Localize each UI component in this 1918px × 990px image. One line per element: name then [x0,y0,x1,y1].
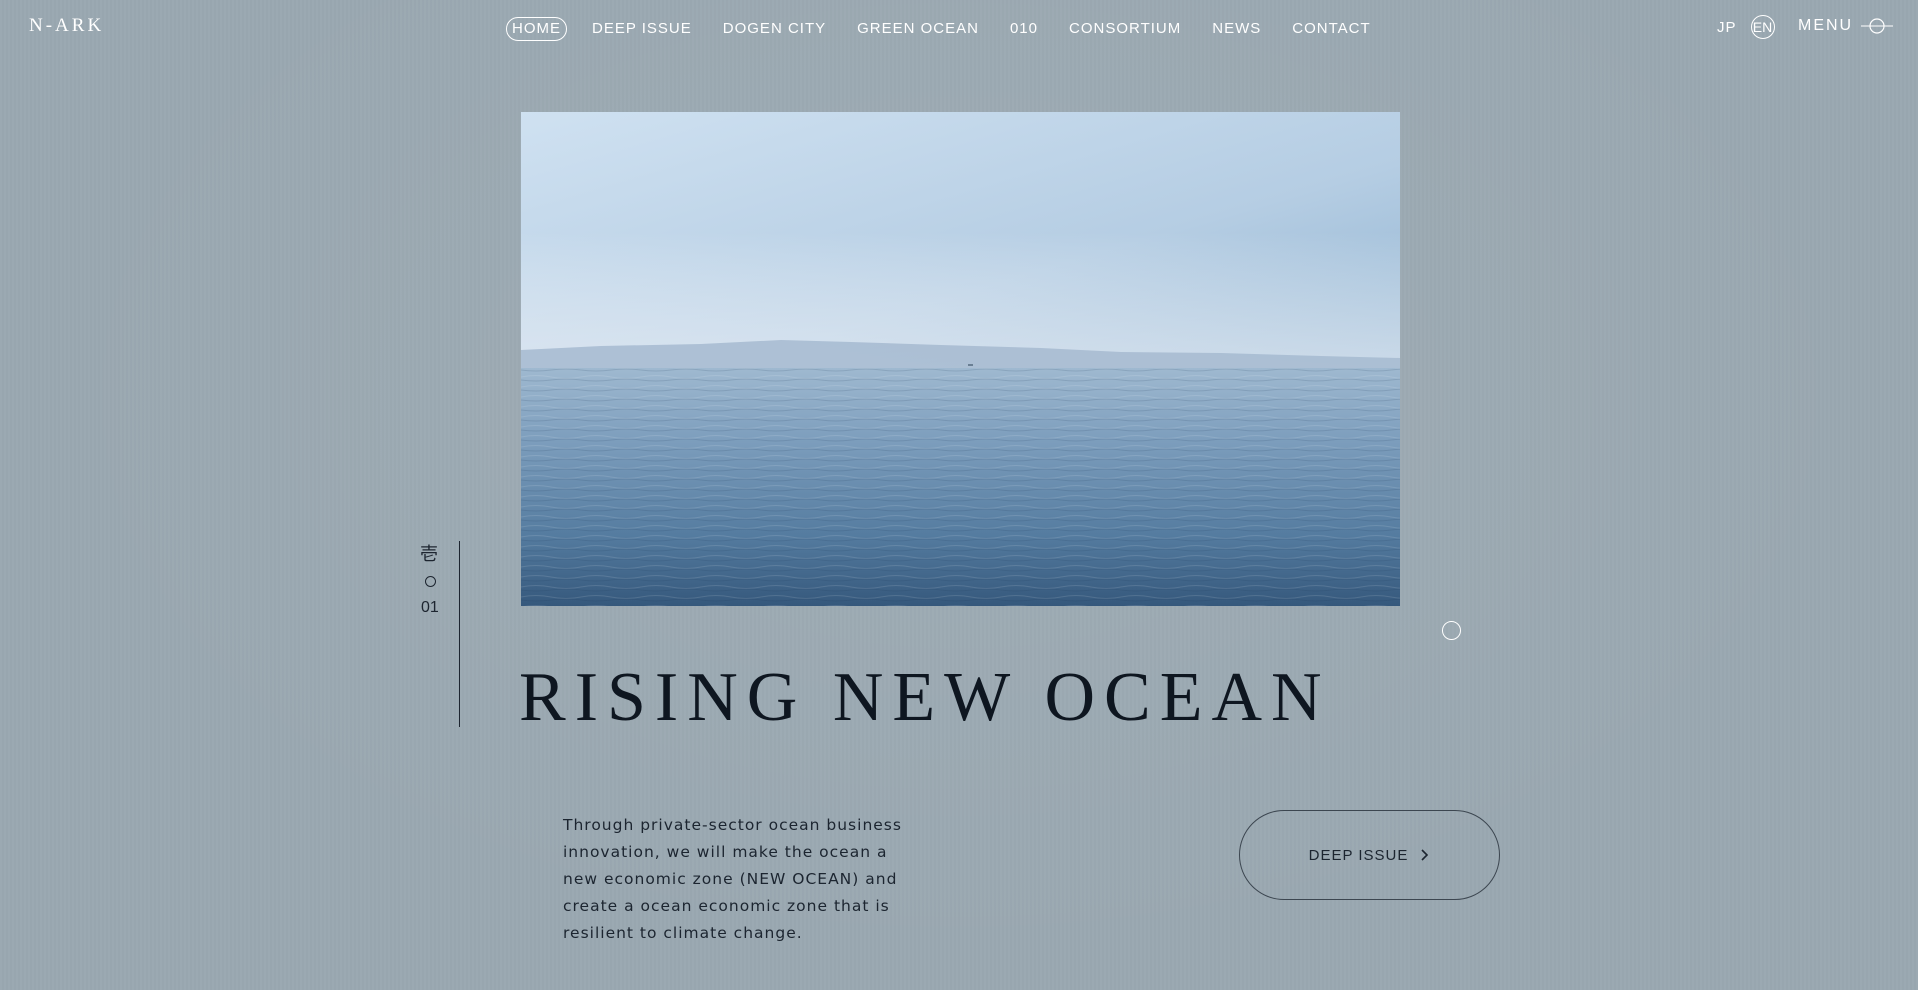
slide-divider-line [459,541,460,727]
nav-item-green-ocean[interactable]: GREEN OCEAN [857,18,979,40]
menu-button[interactable]: MENU [1798,17,1894,35]
hero-title: RISING NEW OCEAN [519,659,1331,736]
nav-item-dogen-city[interactable]: DOGEN CITY [723,18,826,40]
hero-description: Through private-sector ocean business in… [563,816,902,942]
slider-dot-button[interactable] [1442,621,1461,640]
main-nav: HOME DEEP ISSUE DOGEN CITY GREEN OCEAN 0… [506,17,1402,41]
lang-jp-link[interactable]: JP [1717,19,1737,36]
lang-en-link[interactable]: EN [1750,15,1775,39]
ocean-horizon-photo [521,112,1400,606]
nav-item-deep-issue[interactable]: DEEP ISSUE [592,18,692,40]
slide-indicator: 壱 01 [418,540,462,727]
nav-item-consortium[interactable]: CONSORTIUM [1069,18,1181,40]
nav-item-news[interactable]: NEWS [1212,18,1261,40]
nav-item-contact[interactable]: CONTACT [1292,18,1370,40]
slide-kanji-numeral: 壱 [420,544,438,565]
menu-circle-line-icon [1861,18,1894,34]
site-logo[interactable]: N-ARK [29,15,104,37]
deep-issue-button[interactable]: DEEP ISSUE [1239,810,1500,900]
cta-label: DEEP ISSUE [1308,846,1409,864]
site-header: N-ARK HOME DEEP ISSUE DOGEN CITY GREEN O… [0,0,1918,58]
language-switcher: JP EN [1717,15,1775,39]
menu-label: MENU [1798,17,1854,34]
nav-item-home[interactable]: HOME [506,17,567,41]
slide-number: 01 [421,599,439,616]
slide-circle-icon [425,576,436,587]
chevron-right-icon [1421,849,1429,861]
nav-item-010[interactable]: 010 [1010,18,1038,40]
